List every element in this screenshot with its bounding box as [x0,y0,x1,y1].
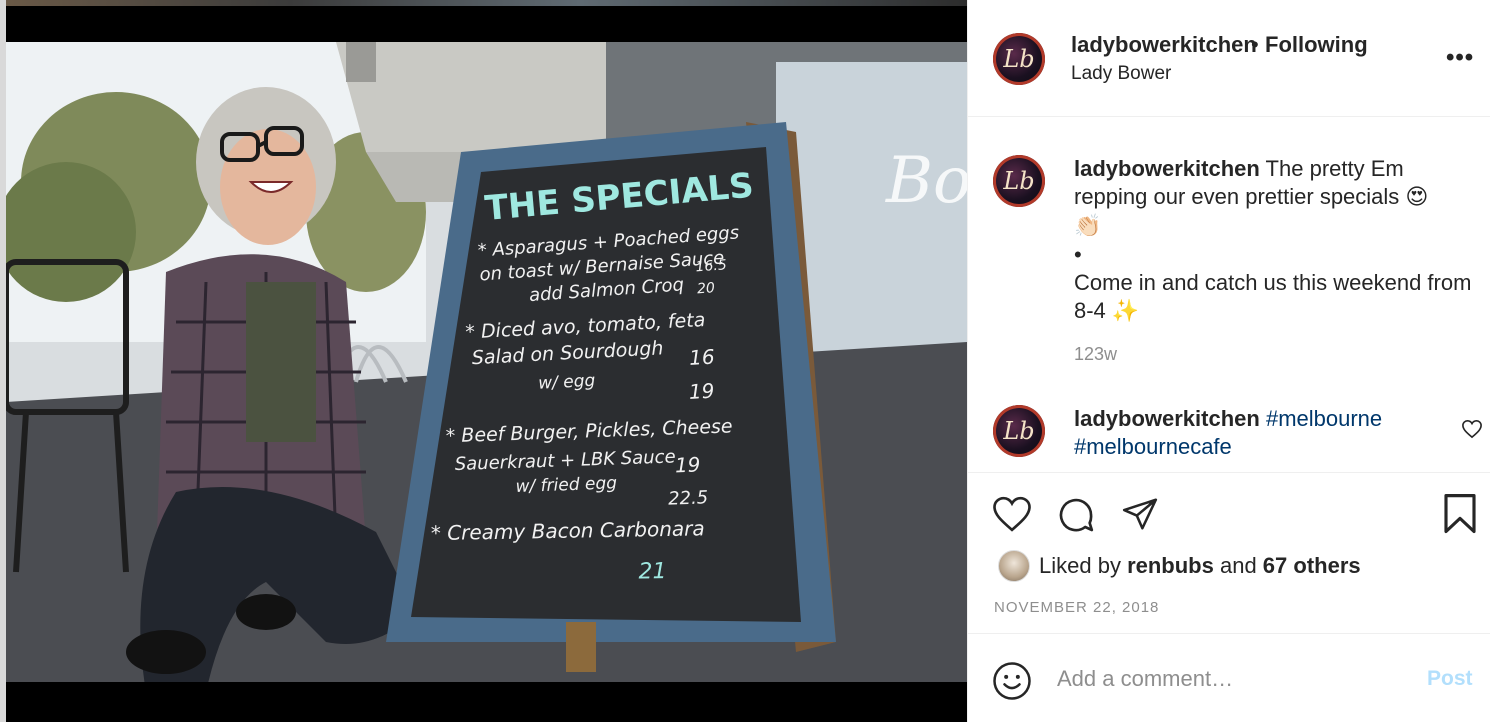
clapping-emoji: 👏🏻 [1074,214,1102,239]
comment-icon[interactable] [1056,495,1096,535]
hashtag-link[interactable]: #melbournecafe [1074,434,1232,459]
board-price: 19 [688,379,715,404]
liked-others[interactable]: 67 others [1263,553,1361,578]
header-separator: • [1251,32,1259,57]
liked-user[interactable]: renbubs [1127,553,1214,578]
comment-input[interactable] [1057,666,1377,692]
post-header: Lb ladybowerkitchen • Following Lady Bow… [968,0,1490,117]
comment-avatar[interactable]: Lb [993,405,1045,457]
avatar-monogram: Lb [1003,45,1035,73]
heart-eyes-emoji: 😍 [1405,185,1429,210]
comment-username[interactable]: ladybowerkitchen [1074,406,1260,431]
heart-icon[interactable] [992,495,1032,533]
caption-avatar[interactable]: Lb [993,155,1045,207]
board-price: 19 [675,452,701,477]
board-price: 16.5 [695,257,727,275]
following-button[interactable]: Following [1265,32,1368,58]
comments-list[interactable]: Lb ladybowerkitchen The pretty Em reppin… [968,117,1490,472]
small-heart-icon[interactable] [1461,419,1483,439]
liked-prefix: Liked by [1039,553,1128,578]
post-date[interactable]: NOVEMBER 22, 2018 [994,599,1159,616]
add-comment-bar: Post [968,633,1490,723]
share-icon[interactable] [1120,495,1160,533]
caption: ladybowerkitchen The pretty Em repping o… [1074,155,1474,326]
window-lettering: Bow [885,144,967,218]
likes-summary[interactable]: Liked by renbubs and 67 others [1039,553,1361,579]
board-price: 21 [638,559,666,584]
post-photo[interactable]: Bow [6,42,967,682]
board-line: w/ egg [538,371,596,394]
post-actions: Liked by renbubs and 67 others NOVEMBER … [968,472,1490,633]
hashtag-link[interactable]: #melbourne [1266,406,1382,431]
bookmark-icon[interactable] [1442,493,1478,535]
board-price: 22.5 [668,487,709,509]
caption-bullet: • [1074,242,1082,267]
caption-username[interactable]: ladybowerkitchen [1074,156,1260,181]
more-icon[interactable]: ••• [1446,44,1474,72]
avatar-monogram: Lb [1003,167,1035,195]
board-line: w/ fried egg [515,473,617,497]
sparkles-emoji: ✨ [1111,299,1140,324]
avatar-monogram: Lb [1003,417,1035,445]
board-line: * Creamy Bacon Carbonara [431,516,705,545]
photo-illustration: Bow [6,42,967,682]
post-location[interactable]: Lady Bower [1071,63,1171,85]
post-comment-button[interactable]: Post [1427,667,1473,691]
emoji-icon[interactable] [992,661,1032,701]
author-username[interactable]: ladybowerkitchen [1071,32,1257,58]
comment-item: ladybowerkitchen #melbourne #melbourneca… [1074,405,1434,461]
previous-post-strip [0,0,967,6]
board-price: 16 [688,345,715,370]
author-avatar[interactable]: Lb [993,33,1045,85]
post-sidebar: Lb ladybowerkitchen • Following Lady Bow… [967,0,1490,722]
board-price: 20 [697,280,716,297]
liked-and: and [1213,553,1263,578]
caption-timestamp[interactable]: 123w [1074,344,1117,365]
post-media[interactable]: Bow [0,0,967,722]
liker-avatar[interactable] [998,550,1030,582]
